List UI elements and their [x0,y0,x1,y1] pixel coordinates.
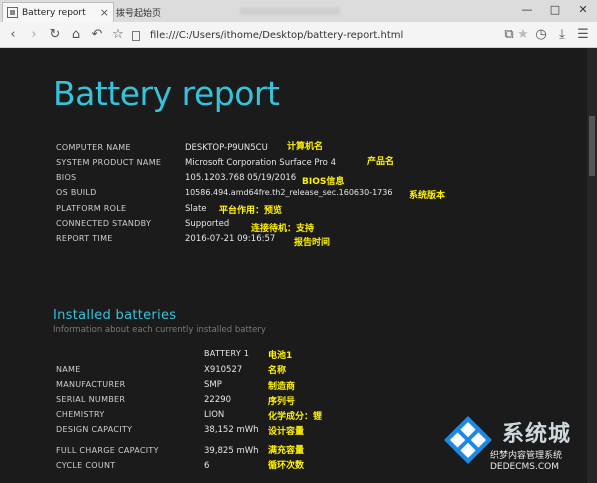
row-value: SMP [204,380,222,390]
favorite-star-icon[interactable]: ★ [514,26,532,44]
file-icon [132,31,140,41]
forward-icon[interactable]: › [25,26,43,44]
blurred-region [240,7,340,15]
row-value: 39,825 mWh [204,446,259,456]
row-value: 38,152 mWh [204,425,259,435]
annotation: 名称 [268,366,287,376]
row-label: DESIGN CAPACITY [56,425,133,434]
row-label: PLATFORM ROLE [56,204,127,213]
annotation: 化学成分：锂 [268,412,323,422]
annotation: 序列号 [268,397,296,407]
bookmark-star-icon[interactable]: ☆ [109,26,127,44]
watermark-brand: 系统城 [502,422,572,447]
section-heading: Installed batteries [53,308,177,323]
maximize-button[interactable]: □ [541,0,569,20]
row-label: SERIAL NUMBER [56,395,126,404]
battery-column-header: BATTERY 1 [204,349,250,358]
reload-icon[interactable]: ↻ [46,26,64,44]
row-label: OS BUILD [56,188,97,197]
annotation: 报告时间 [294,238,331,248]
row-value: 2016-07-21 09:16:57 [185,234,276,244]
close-window-button[interactable]: ✕ [569,0,597,20]
history-icon[interactable]: ◷ [532,26,550,44]
row-label: REPORT TIME [56,234,113,243]
row-label: FULL CHARGE CAPACITY [56,446,159,455]
annotation: BIOS信息 [302,177,345,187]
tab-start-page[interactable]: 拨号起始页 [116,2,206,22]
watermark-line2: DEDECMS.COM [490,462,559,472]
download-icon[interactable]: ⤓ [553,26,571,44]
row-value: 105.1203.768 05/19/2016 [185,173,297,183]
home-icon[interactable]: ⌂ [67,26,85,44]
back-icon[interactable]: ‹ [4,26,22,44]
row-label: CYCLE COUNT [56,461,116,470]
menu-icon[interactable]: ☰ [574,26,592,44]
tab-title-inactive: 拨号起始页 [116,8,162,19]
row-value: DESKTOP-P9UN5CU [185,143,268,153]
watermark: 系统城 织梦内容管理系统 DEDECMS.COM [442,414,592,480]
browser-toolbar: ‹ › ↻ ⌂ ↶ ☆ file:///C:/Users/ithome/Desk… [0,22,597,48]
row-value: X910527 [204,365,243,375]
row-label: SYSTEM PRODUCT NAME [56,158,162,167]
annotation: 制造商 [268,382,296,392]
tab-battery-report[interactable]: Battery report × [2,2,114,22]
row-label: CONNECTED STANDBY [56,219,152,228]
annotation: 循环次数 [268,461,305,471]
annotation: 连接待机：支持 [251,224,315,234]
row-value: LION [204,410,225,420]
row-value: 10586.494.amd64fre.th2_release_sec.16063… [185,188,393,197]
row-label: COMPUTER NAME [56,143,131,152]
annotation: 平台作用：预览 [219,206,283,216]
section-subtitle: Information about each currently install… [53,325,266,335]
tab-bar: Battery report × 拨号起始页 — □ ✕ [0,0,597,22]
annotation: 设计容量 [268,427,305,437]
watermark-logo-icon [444,416,492,464]
minimize-button[interactable]: — [513,0,541,20]
annotation: 电池1 [268,351,293,361]
page-icon [7,7,18,18]
row-value: 6 [204,461,210,471]
row-value: Slate [185,204,207,214]
watermark-line1: 织梦内容管理系统 [490,451,563,461]
annotation: 系统版本 [409,191,446,201]
row-value: Microsoft Corporation Surface Pro 4 [185,158,336,168]
row-label: MANUFACTURER [56,380,126,389]
annotation: 产品名 [367,157,395,167]
undo-icon[interactable]: ↶ [88,26,106,44]
address-bar[interactable]: file:///C:/Users/ithome/Desktop/battery-… [142,27,497,44]
row-label: BIOS [56,173,77,182]
row-value: Supported [185,219,230,229]
row-label: CHEMISTRY [56,410,105,419]
tab-title: Battery report [22,7,86,18]
row-label: NAME [56,365,81,374]
close-tab-icon[interactable]: × [100,6,109,19]
row-value: 22290 [204,395,232,405]
annotation: 满充容量 [268,446,305,456]
annotation: 计算机名 [287,142,324,152]
scrollbar-thumb[interactable] [589,116,595,176]
page-title: Battery report [53,74,280,113]
